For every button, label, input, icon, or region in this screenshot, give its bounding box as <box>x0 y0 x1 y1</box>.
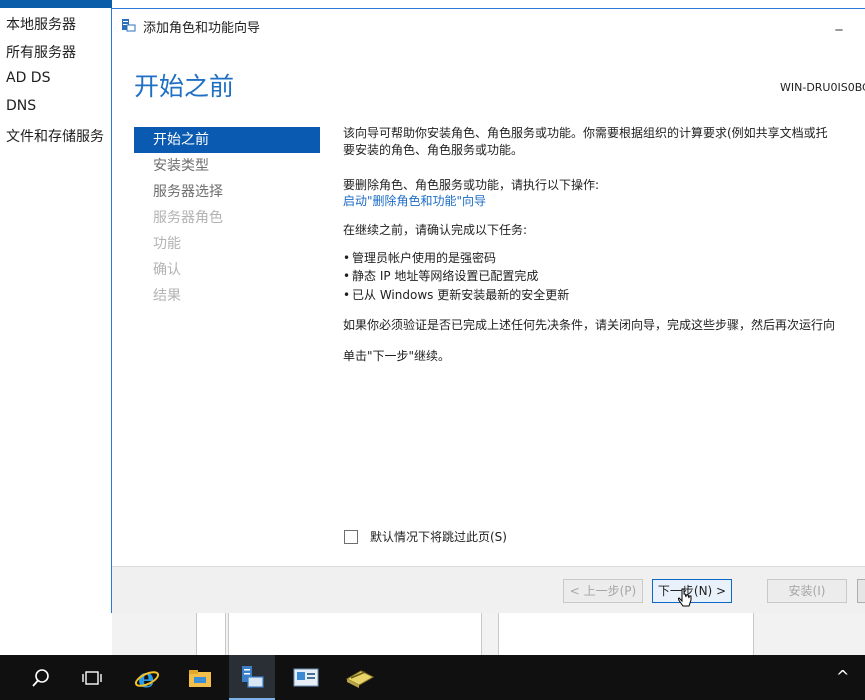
wizard-footer: < 上一步(P) 下一步(N) > 安装(I) <box>112 566 865 613</box>
step-results: 结果 <box>153 288 181 304</box>
step-confirmation: 确认 <box>153 262 181 278</box>
skip-page-checkbox[interactable] <box>344 529 358 544</box>
background-tile <box>498 612 754 655</box>
install-button: 安装(I) <box>767 579 847 603</box>
step-server-selection[interactable]: 服务器选择 <box>134 179 320 205</box>
step-installation-type[interactable]: 安装类型 <box>134 153 320 179</box>
wizard-steps: 开始之前 安装类型 服务器选择 服务器角色 功能 确认 结果 <box>134 127 320 309</box>
dialog-titlebar[interactable]: 添加角色和功能向导 _ <box>112 9 865 41</box>
skip-page-option[interactable]: 默认情况下将跳过此页(S) <box>344 528 507 545</box>
dialog-title: 添加角色和功能向导 <box>143 21 261 36</box>
intro-text-line1: 该向导可帮助你安装角色、角色服务或功能。你需要根据组织的计算要求(例如共享文档或… <box>343 126 828 140</box>
internet-explorer-icon[interactable]: e <box>124 655 170 700</box>
sidebar-item-ad-ds[interactable]: AD DS <box>6 70 50 86</box>
background-tile <box>228 612 482 655</box>
step-features: 功能 <box>153 236 181 252</box>
task-view-icon[interactable] <box>69 655 115 700</box>
intro-text-line2: 要安装的角色、角色服务或功能。 <box>343 143 524 157</box>
next-button[interactable]: 下一步(N) > <box>652 579 732 603</box>
search-icon[interactable] <box>18 655 64 700</box>
folder-pencil-icon[interactable] <box>337 655 383 700</box>
page-title: 开始之前 <box>134 72 235 101</box>
remove-intro-text: 要删除角色、角色服务或功能，请执行以下操作: <box>343 178 600 192</box>
sidebar-item-all-servers[interactable]: 所有服务器 <box>6 42 76 62</box>
sidebar-item-dns[interactable]: DNS <box>6 98 36 114</box>
skip-page-label: 默认情况下将跳过此页(S) <box>370 530 507 544</box>
tray-overflow-chevron[interactable]: ^ <box>836 667 849 686</box>
sidebar-item-file-storage[interactable]: 文件和存储服务 <box>6 126 104 146</box>
remove-roles-link[interactable]: 启动"删除角色和功能"向导 <box>343 193 486 210</box>
prereq-item: 管理员帐户使用的是强密码 <box>343 250 496 267</box>
minimize-button[interactable]: _ <box>824 13 854 37</box>
verify-note-text: 如果你必须验证是否已完成上述任何先决条件，请关闭向导，完成这些步骤，然后再次运行… <box>343 318 836 332</box>
prereq-intro-text: 在继续之前，请确认完成以下任务: <box>343 223 528 237</box>
prereq-item: 已从 Windows 更新安装最新的安全更新 <box>343 287 569 304</box>
file-explorer-icon[interactable] <box>177 655 223 700</box>
server-manager-icon[interactable] <box>229 655 275 700</box>
wizard-icon <box>122 19 136 32</box>
add-roles-wizard-dialog: 添加角色和功能向导 _ 开始之前 WIN-DRU0IS0BC 开始之前 安装类型… <box>111 8 865 613</box>
taskbar: e ^ <box>0 655 865 700</box>
destination-server-name: WIN-DRU0IS0BC <box>780 81 865 94</box>
control-panel-icon[interactable] <box>283 655 329 700</box>
previous-button: < 上一步(P) <box>563 579 643 603</box>
step-server-roles: 服务器角色 <box>153 210 223 226</box>
step-before-you-begin[interactable]: 开始之前 <box>134 127 320 153</box>
next-hint-text: 单击"下一步"继续。 <box>343 349 451 363</box>
sidebar-item-local-server[interactable]: 本地服务器 <box>6 14 76 34</box>
server-manager-sidebar: 本地服务器 所有服务器 AD DS DNS 文件和存储服务 <box>0 0 112 655</box>
background-tile <box>196 612 226 655</box>
mouse-cursor-icon <box>678 588 692 607</box>
cancel-button[interactable] <box>857 579 865 603</box>
prereq-item: 静态 IP 地址等网络设置已配置完成 <box>343 268 538 285</box>
sidebar-selected-item[interactable] <box>0 0 112 8</box>
